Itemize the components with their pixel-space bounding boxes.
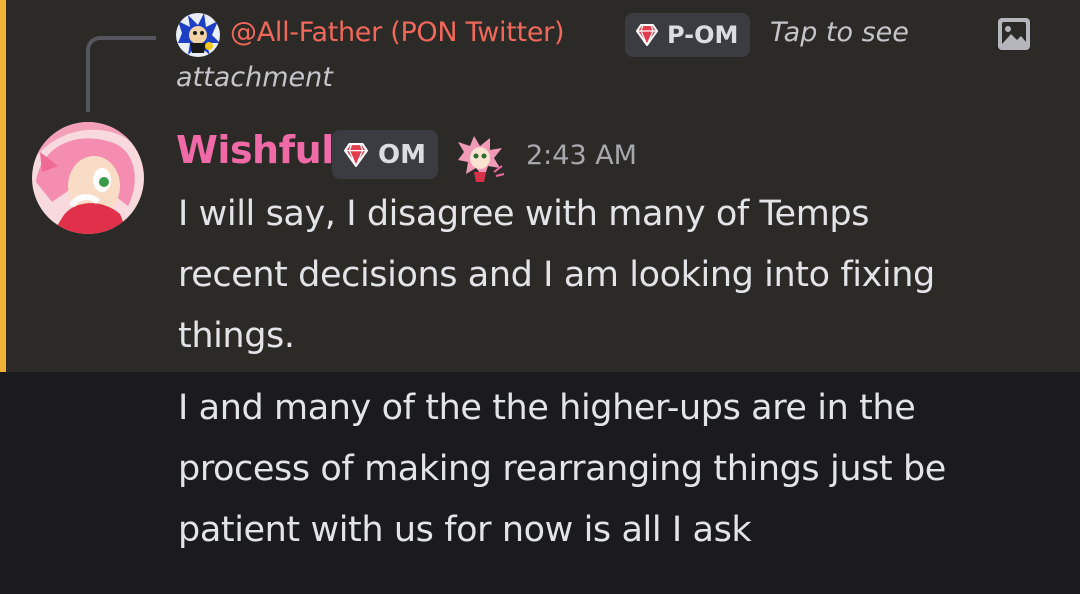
- gem-icon: [344, 142, 368, 167]
- message-timestamp: 2:43 AM: [526, 140, 637, 171]
- image-icon[interactable]: [996, 16, 1032, 52]
- message-text-line: things.: [178, 316, 295, 356]
- author-name[interactable]: Wishful: [176, 128, 334, 172]
- reply-role-tag[interactable]: P-OM: [625, 13, 751, 57]
- pink-hedgehog-emoji-icon: [458, 136, 505, 182]
- followup-text-line: process of making rearranging things jus…: [178, 449, 946, 489]
- gem-icon: [636, 24, 658, 46]
- followup-text-line: patient with us for now is all I ask: [178, 510, 752, 550]
- reply-preview-text-continued[interactable]: attachment: [176, 62, 333, 93]
- message-text-line: I will say, I disagree with many of Temp…: [178, 194, 870, 234]
- message-text-line: recent decisions and I am looking into f…: [178, 255, 935, 295]
- reply-preview-text[interactable]: Tap to see: [770, 17, 909, 48]
- chat-view: @All-Father (PON Twitter) P-OM Tap to se…: [0, 0, 1080, 594]
- reply-author-name[interactable]: @All-Father (PON Twitter): [230, 17, 564, 48]
- mention-highlight: [0, 0, 1080, 372]
- followup-text-line: I and many of the the higher-ups are in …: [178, 388, 916, 428]
- reply-role-label: P-OM: [667, 21, 739, 49]
- author-role-tag[interactable]: OM: [332, 130, 438, 179]
- reply-connector: [86, 36, 156, 112]
- mention-accent-bar: [0, 0, 6, 372]
- author-avatar[interactable]: [32, 122, 144, 234]
- reply-avatar[interactable]: [176, 13, 220, 57]
- author-role-label: OM: [378, 139, 426, 170]
